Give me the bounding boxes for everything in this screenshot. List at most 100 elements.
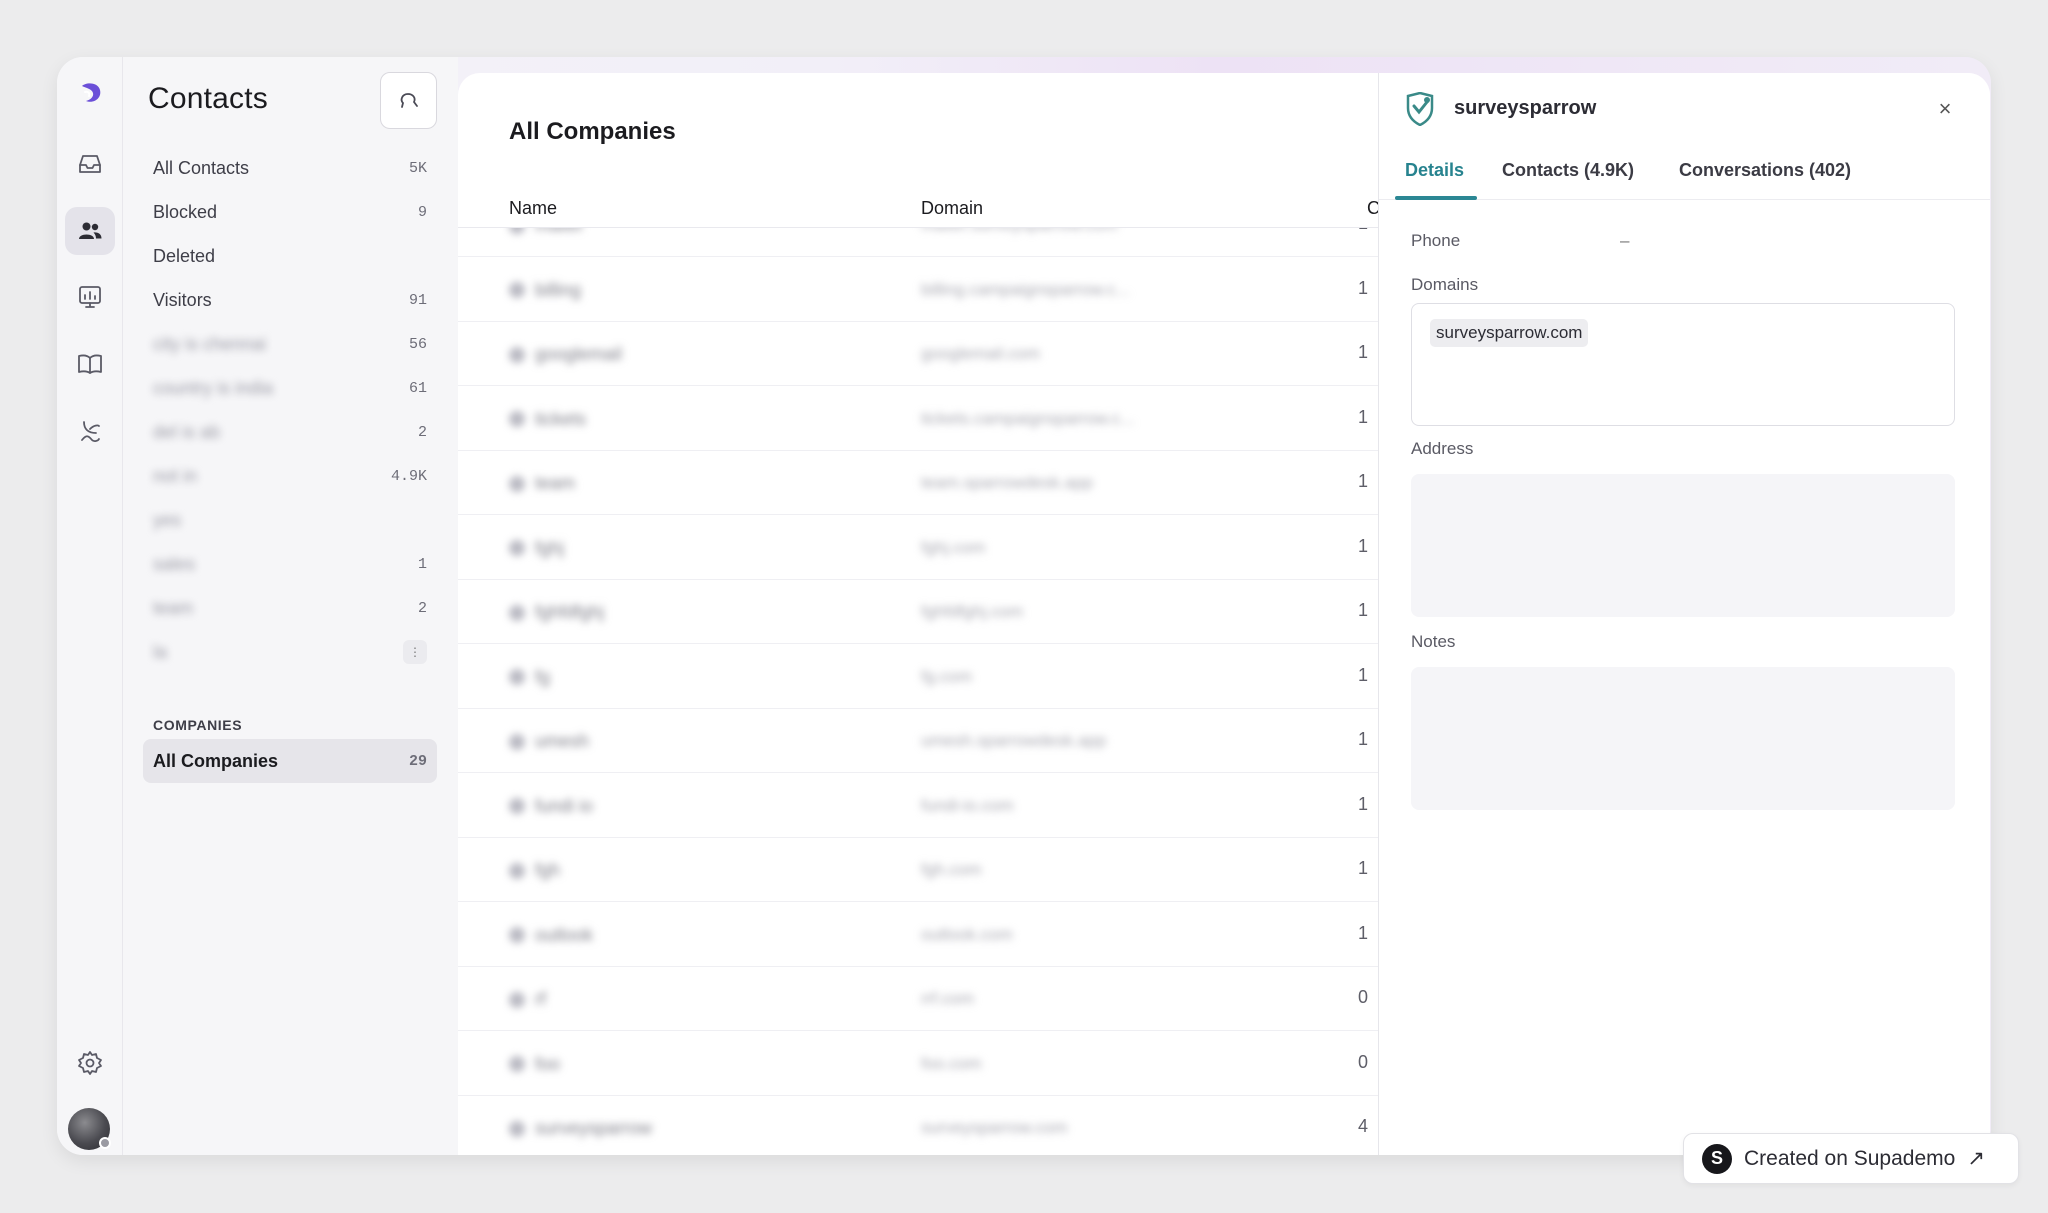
sidebar-item-label: All Contacts	[153, 157, 250, 178]
sidebar-item-label: del is ab	[153, 421, 221, 442]
sidebar-item[interactable]: Deleted	[143, 234, 437, 278]
company-domain-cell: umesh.sparrowdesk.app	[921, 731, 1107, 750]
automation-icon[interactable]	[65, 407, 115, 455]
table-row[interactable]: fg fg.com 1	[458, 645, 1388, 709]
table-row[interactable]: team team.sparrowdesk.app 1	[458, 451, 1388, 515]
sidebar-item-label: city is chennai	[153, 333, 267, 354]
table-row[interactable]: fghj fghj.com 1	[458, 516, 1388, 580]
company-domain-cell: fundi-io.com	[921, 795, 1014, 815]
company-count-cell: 1	[1358, 600, 1369, 620]
company-favicon-icon	[509, 927, 525, 943]
table-row[interactable]: rf rrf.com 0	[458, 967, 1388, 1031]
company-count-cell: 0	[1358, 1051, 1369, 1072]
company-domain-cell: fghfdfghj.com	[921, 602, 1024, 621]
table-row[interactable]: outlook outlook.com 1	[458, 903, 1388, 967]
table-row[interactable]: foo foo.com 0	[458, 1032, 1388, 1096]
supademo-logo-icon: S	[1702, 1143, 1732, 1174]
table-row[interactable]: surveysparrow surveysparrow.com 4	[458, 1096, 1388, 1153]
sidebar-item[interactable]: team 2	[143, 586, 437, 630]
search-contacts-button[interactable]	[380, 72, 437, 129]
company-favicon-icon	[509, 228, 525, 234]
company-name-cell: foo	[509, 1054, 560, 1075]
sidebar-item-count: 91	[408, 291, 427, 309]
sidebar-item[interactable]: la ⋮	[143, 630, 437, 674]
column-header-name[interactable]: Name	[509, 198, 557, 219]
companies-section-label: COMPANIES	[153, 717, 243, 733]
company-name-text: outlook	[535, 924, 594, 945]
sidebar-item[interactable]: city is chennai 56	[143, 322, 437, 366]
company-name-text: fundi io	[535, 795, 594, 816]
company-name-text: fghfdfghj	[535, 602, 605, 622]
sidebar-item-label: country is india	[153, 377, 274, 398]
table-row[interactable]: tickets tickets.campaignsparrow.c... 1	[458, 387, 1388, 451]
company-name-cell: umesh	[509, 731, 589, 752]
table-row[interactable]: umesh umesh.sparrowdesk.app 1	[458, 709, 1388, 773]
sidebar-item-label: Deleted	[153, 245, 216, 266]
sidebar-item[interactable]: sales 1	[143, 542, 437, 586]
company-domain-cell: fghj.com	[921, 537, 986, 557]
brand-logo-icon[interactable]	[65, 69, 115, 117]
active-tab-indicator	[1395, 196, 1477, 200]
reports-icon[interactable]	[65, 273, 115, 321]
column-header-domain[interactable]: Domain	[921, 198, 983, 219]
company-name-cell: fghj	[509, 538, 564, 559]
phone-label: Phone	[1411, 231, 1461, 250]
domains-field[interactable]: surveysparrow.com	[1411, 303, 1955, 426]
sidebar-item[interactable]: All Contacts 5K	[143, 146, 437, 190]
table-row[interactable]: fundi io fundi-io.com 1	[458, 774, 1388, 838]
table-row[interactable]: googlemail googlemail.com 1	[458, 322, 1388, 386]
phone-value[interactable]: –	[1620, 231, 1629, 251]
company-name-text: fgh	[535, 860, 561, 880]
sidebar-title: Contacts	[148, 82, 268, 115]
tab-contacts[interactable]: Contacts (4.9K)	[1502, 160, 1634, 181]
tab-details[interactable]: Details	[1405, 160, 1464, 181]
company-favicon-icon	[509, 475, 525, 492]
table-row[interactable]: fgh fgh.com 1	[458, 838, 1388, 902]
company-name-text: team	[535, 473, 576, 493]
sidebar-item-label: yes	[153, 509, 182, 530]
sidebar-item[interactable]: country is india 61	[143, 366, 437, 410]
company-name-cell: surveysparrow	[509, 1118, 652, 1139]
close-panel-button[interactable]: ×	[1927, 91, 1963, 127]
sidebar-item[interactable]: del is ab 2	[143, 410, 437, 454]
company-name-text: mailer	[535, 228, 584, 236]
contacts-icon[interactable]	[65, 207, 115, 255]
company-favicon-icon	[509, 346, 525, 363]
company-name-cell: fundi io	[509, 796, 593, 817]
company-detail-panel: surveysparrow × Details Contacts (4.9K) …	[1378, 73, 1990, 1155]
tab-conversations[interactable]: Conversations (402)	[1679, 160, 1851, 181]
company-count-cell: 1	[1358, 793, 1369, 814]
user-avatar[interactable]	[68, 1108, 111, 1150]
sidebar-item-all-companies[interactable]: All Companies 29	[143, 739, 437, 783]
sidebar-item-count: 5K	[408, 159, 427, 177]
address-field[interactable]	[1411, 474, 1955, 617]
sidebar-item-count: 9	[417, 203, 427, 221]
supademo-label: Created on Supademo	[1744, 1146, 1956, 1170]
company-favicon-icon	[509, 604, 525, 621]
domain-chip[interactable]: surveysparrow.com	[1430, 319, 1589, 347]
more-options-icon[interactable]: ⋮	[403, 640, 427, 664]
sidebar-item[interactable]: not in 4.9K	[143, 454, 437, 498]
app-window: Contacts All Contacts 5K Blocked 9 Deleted Vi…	[57, 57, 1991, 1155]
settings-icon[interactable]	[65, 1039, 115, 1087]
sidebar-item[interactable]: Visitors 91	[143, 278, 437, 322]
notes-field[interactable]	[1411, 667, 1955, 810]
knowledge-base-icon[interactable]	[65, 340, 115, 388]
supademo-badge[interactable]: S Created on Supademo ↗	[1683, 1133, 2019, 1184]
company-name: surveysparrow	[1454, 97, 1597, 119]
company-domain-cell: rrf.com	[921, 989, 974, 1008]
detail-tabs: Details Contacts (4.9K) Conversations (4…	[1379, 144, 1990, 200]
sidebar-item[interactable]: Blocked 9	[143, 190, 437, 234]
company-count-cell: 1	[1358, 277, 1369, 298]
company-name-text: googlemail	[535, 344, 623, 364]
company-favicon-icon	[509, 733, 525, 750]
inbox-icon[interactable]	[65, 140, 115, 188]
table-row[interactable]: billing billing.campaignsparrow.c... 1	[458, 258, 1388, 322]
company-count-cell: 1	[1358, 858, 1369, 878]
sidebar-item[interactable]: yes	[143, 498, 437, 542]
company-count-cell: 0	[1358, 987, 1369, 1007]
segment-list: All Contacts 5K Blocked 9 Deleted Visitors 91 c…	[143, 146, 437, 674]
table-row[interactable]: mailer mailer.surveysparrow.com 1	[458, 228, 1388, 257]
company-domain-cell: googlemail.com	[921, 344, 1041, 363]
table-row[interactable]: fghfdfghj fghfdfghj.com 1	[458, 580, 1388, 644]
